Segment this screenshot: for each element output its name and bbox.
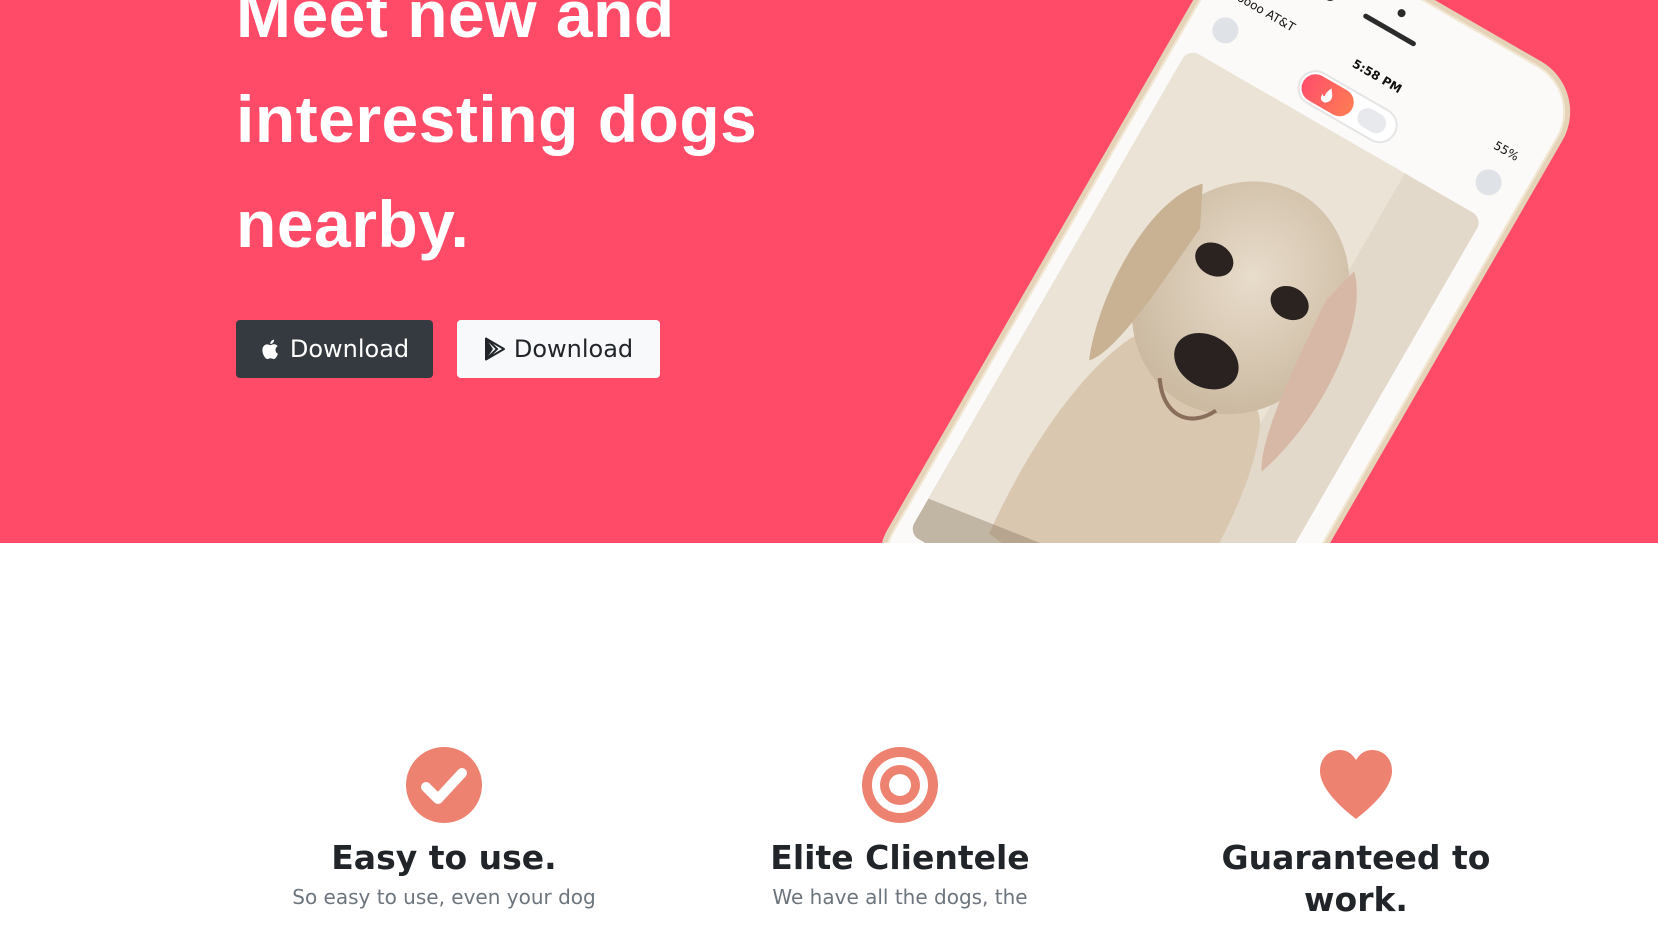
feature-title: Guaranteed to work.: [1221, 838, 1491, 919]
group-icon: [1353, 104, 1390, 137]
target-icon: [860, 745, 940, 825]
app-store-button-label: Download: [289, 335, 410, 363]
google-play-download-button[interactable]: Download: [457, 320, 660, 378]
apple-icon: [260, 337, 282, 361]
app-store-download-button[interactable]: Download: [236, 320, 433, 378]
feature-easy: Easy to use. So easy to use, even your d…: [274, 745, 614, 911]
hero-section: Meet new and interesting dogs nearby. Do…: [0, 0, 1658, 543]
phone-mockup: •oooo AT&T 5:58 PM 55%: [858, 0, 1592, 543]
google-play-icon: [484, 337, 506, 361]
feature-guaranteed: Guaranteed to work.: [1186, 745, 1526, 921]
check-circle-icon: [404, 745, 484, 825]
feature-elite: Elite Clientele We have all the dogs, th…: [730, 745, 1070, 911]
hero-headline: Meet new and interesting dogs nearby.: [236, 0, 758, 261]
feature-title: Easy to use.: [331, 838, 557, 877]
feature-title: Elite Clientele: [770, 838, 1030, 877]
heart-icon: [1316, 745, 1396, 825]
google-play-button-label: Download: [513, 335, 634, 363]
feature-text: We have all the dogs, the: [772, 885, 1028, 909]
feature-text: So easy to use, even your dog: [292, 885, 596, 909]
